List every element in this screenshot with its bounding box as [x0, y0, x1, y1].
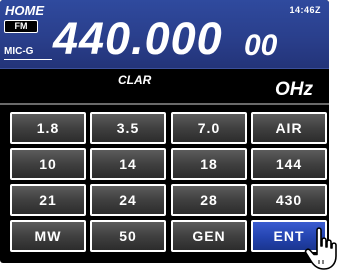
frequency-panel: HOME 14:46Z FM MIC-G 440.000 00	[0, 0, 329, 68]
home-label: HOME	[5, 3, 44, 18]
band-key-1-8[interactable]: 1.8	[10, 112, 86, 144]
divider	[0, 103, 329, 105]
mode-badge[interactable]: FM	[4, 20, 38, 33]
general-coverage-key[interactable]: GEN	[171, 220, 247, 252]
mic-gain-label[interactable]: MIC-G	[4, 46, 33, 57]
hand-pointer-icon	[304, 227, 337, 270]
band-key-10[interactable]: 10	[10, 148, 86, 180]
band-key-50[interactable]: 50	[90, 220, 166, 252]
radio-display: HOME 14:46Z FM MIC-G 440.000 00 CLAR OHz…	[0, 0, 329, 263]
frequency-sub-digits[interactable]: 00	[244, 30, 277, 62]
band-key-28[interactable]: 28	[171, 184, 247, 216]
clarifier-offset-value: OHz	[275, 79, 313, 100]
band-key-7-0[interactable]: 7.0	[171, 112, 247, 144]
band-key-24[interactable]: 24	[90, 184, 166, 216]
clarifier-label: CLAR	[118, 73, 152, 87]
mic-gain-underline	[4, 59, 52, 60]
frequency-main-digits[interactable]: 440.000	[53, 14, 223, 64]
memory-write-key[interactable]: MW	[10, 220, 86, 252]
band-key-14[interactable]: 14	[90, 148, 166, 180]
utc-clock: 14:46Z	[289, 5, 321, 15]
clarifier-row: CLAR OHz	[0, 68, 329, 103]
band-key-21[interactable]: 21	[10, 184, 86, 216]
band-key-3-5[interactable]: 3.5	[90, 112, 166, 144]
band-key-430[interactable]: 430	[251, 184, 327, 216]
band-key-18[interactable]: 18	[171, 148, 247, 180]
band-key-air[interactable]: AIR	[251, 112, 327, 144]
band-key-144[interactable]: 144	[251, 148, 327, 180]
